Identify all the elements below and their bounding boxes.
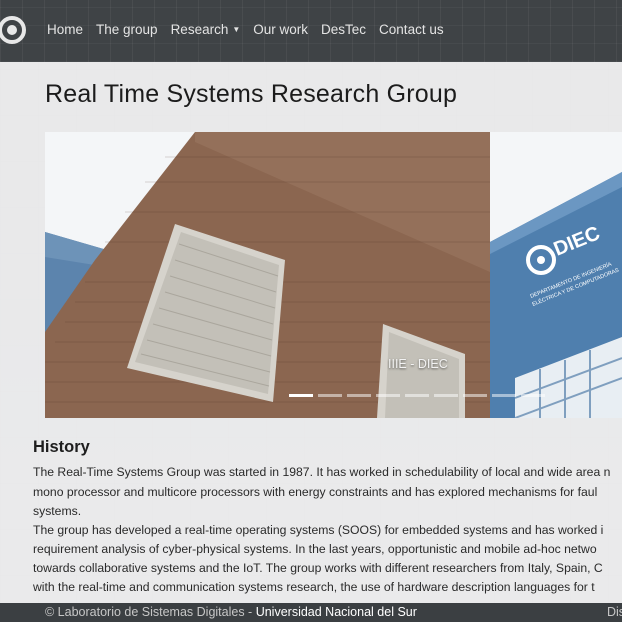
carousel-caption: IIIE - DIEC — [388, 357, 448, 371]
history-heading: History — [33, 438, 90, 456]
history-line: mono processor and multicore processors … — [33, 485, 598, 499]
history-line: The group has developed a real-time oper… — [33, 523, 604, 537]
footer-university-link[interactable]: Universidad Nacional del Sur — [256, 605, 417, 619]
nav-the-group[interactable]: The group — [96, 22, 158, 37]
footer-text: © Laboratorio de Sistemas Digitales - Un… — [45, 605, 417, 619]
nav-our-work[interactable]: Our work — [253, 22, 308, 37]
caret-down-icon: ▼ — [232, 25, 241, 34]
history-line: with the real-time and communication sys… — [33, 580, 595, 594]
page-title: Real Time Systems Research Group — [45, 80, 458, 108]
footer-right-link[interactable]: Dis — [607, 605, 622, 619]
carousel-indicator-9[interactable] — [521, 394, 545, 397]
footer-copyright: © Laboratorio de Sistemas Digitales - — [45, 605, 256, 619]
carousel-slide-image: DIEC DEPARTAMENTO DE INGENIERÍA ELÉCTRIC… — [45, 132, 622, 418]
carousel-indicators — [289, 394, 550, 397]
history-line: The Real-Time Systems Group was started … — [33, 465, 611, 479]
nav-research-dropdown[interactable]: Research ▼ — [171, 22, 241, 37]
nav-menu: Home The group Research ▼ Our work DesTec… — [47, 22, 457, 37]
nav-research-label: Research — [170, 22, 229, 37]
navbar: Home The group Research ▼ Our work DesTec… — [0, 0, 622, 62]
carousel-indicator-1[interactable] — [289, 394, 313, 397]
carousel-indicator-8[interactable] — [492, 394, 516, 397]
history-line: systems. — [33, 504, 82, 518]
footer: © Laboratorio de Sistemas Digitales - Un… — [0, 603, 622, 622]
carousel-indicator-6[interactable] — [434, 394, 458, 397]
carousel-indicator-7[interactable] — [463, 394, 487, 397]
image-carousel[interactable]: DIEC DEPARTAMENTO DE INGENIERÍA ELÉCTRIC… — [45, 132, 622, 418]
history-line: requirement analysis of cyber-physical s… — [33, 542, 597, 556]
carousel-indicator-4[interactable] — [376, 394, 400, 397]
carousel-indicator-3[interactable] — [347, 394, 371, 397]
history-line: towards collaborative systems and the Io… — [33, 561, 603, 575]
nav-contact-us[interactable]: Contact us — [379, 22, 444, 37]
logo-icon[interactable] — [0, 12, 30, 48]
nav-destec[interactable]: DesTec — [321, 22, 366, 37]
carousel-indicator-2[interactable] — [318, 394, 342, 397]
nav-home[interactable]: Home — [47, 22, 83, 37]
carousel-indicator-5[interactable] — [405, 394, 429, 397]
